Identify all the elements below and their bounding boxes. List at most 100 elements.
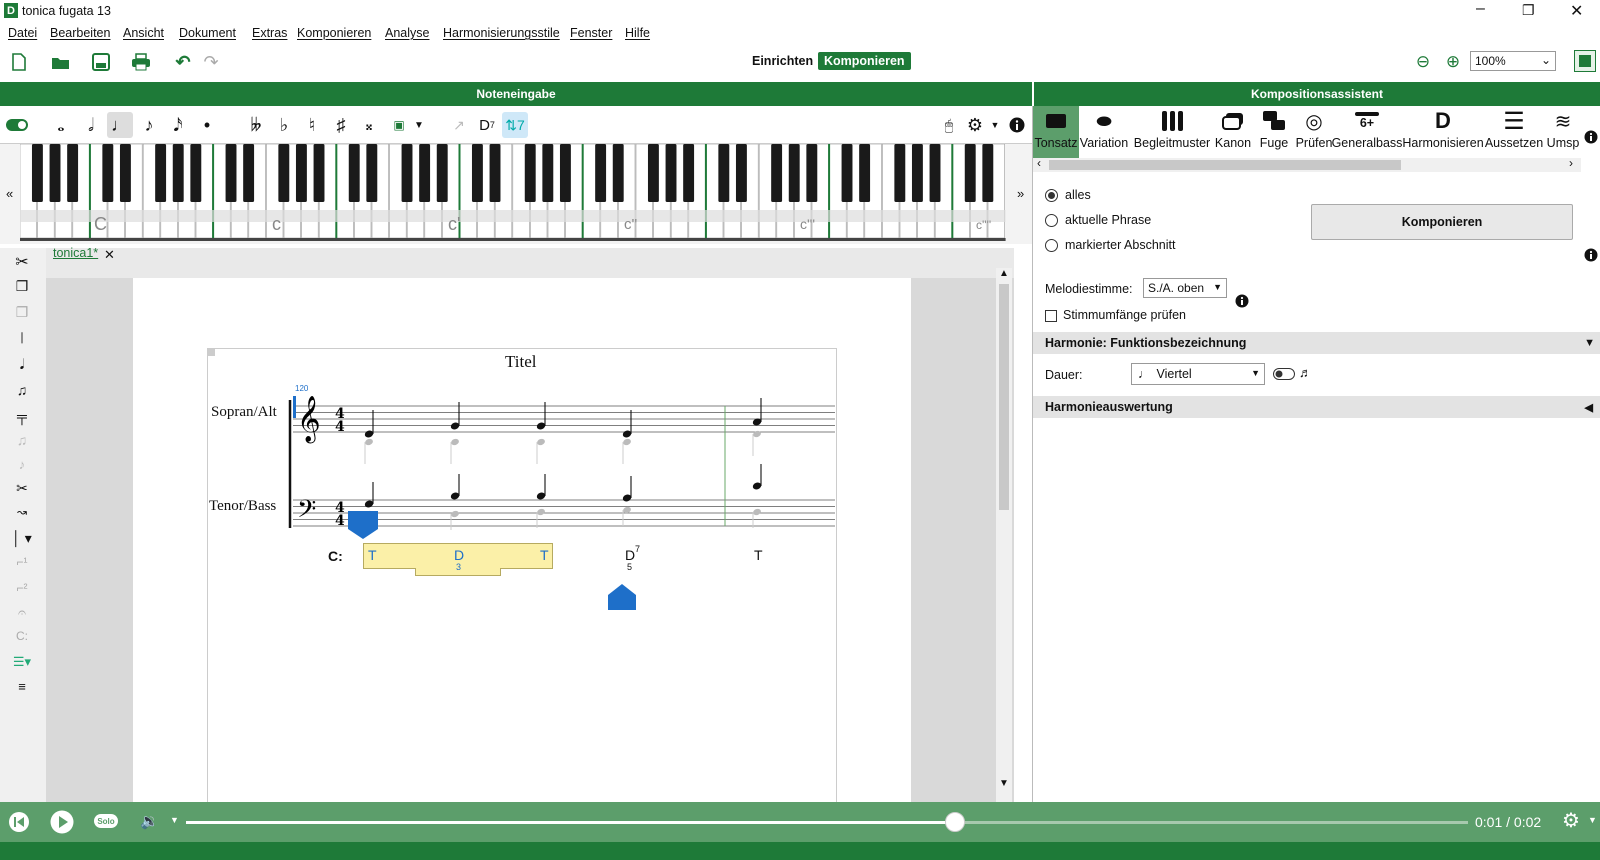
sixteenth-note-icon[interactable]: 𝅘𝅥𝅯 bbox=[165, 112, 191, 138]
black-key[interactable] bbox=[612, 144, 624, 202]
black-key[interactable] bbox=[841, 144, 853, 202]
settings-icon[interactable]: ⚙ bbox=[1562, 808, 1580, 833]
black-key[interactable] bbox=[172, 144, 184, 202]
barline-icon[interactable]: │ ▾ bbox=[10, 528, 34, 548]
ghost-note-head[interactable] bbox=[752, 508, 762, 516]
cursor-down-marker[interactable] bbox=[347, 510, 379, 540]
redo-icon[interactable]: ↷ bbox=[200, 52, 222, 72]
mode-compose-button[interactable]: Komponieren bbox=[818, 52, 911, 70]
menu-bearbeiten[interactable]: Bearbeiten bbox=[50, 26, 110, 40]
tool-tonsatz[interactable]: Tonsatz bbox=[1033, 106, 1079, 158]
minimize-button[interactable]: – bbox=[1476, 0, 1485, 18]
chevron-right-icon[interactable]: › bbox=[1569, 156, 1573, 170]
ghost-note-head[interactable] bbox=[450, 438, 460, 446]
tool-umsp[interactable]: ≋ Umsp bbox=[1545, 106, 1581, 158]
black-key[interactable] bbox=[806, 144, 818, 202]
play-button[interactable] bbox=[50, 810, 74, 837]
black-key[interactable] bbox=[788, 144, 800, 202]
progress-track[interactable] bbox=[186, 812, 1468, 832]
scope-radio-all[interactable]: alles bbox=[1045, 188, 1091, 203]
menu-hilfe[interactable]: Hilfe bbox=[625, 26, 650, 40]
menu-extras[interactable]: Extras bbox=[252, 26, 287, 40]
check-ranges-checkbox[interactable]: Stimmumfänge prüfen bbox=[1045, 308, 1186, 322]
menu-dokument[interactable]: Dokument bbox=[179, 26, 236, 40]
black-key[interactable] bbox=[102, 144, 114, 202]
black-key[interactable] bbox=[894, 144, 906, 202]
dominant-seventh-button[interactable]: D7 bbox=[474, 112, 500, 138]
black-key[interactable] bbox=[471, 144, 483, 202]
half-note-icon[interactable]: 𝅗𝅥 bbox=[78, 112, 104, 138]
function-d1[interactable]: D bbox=[454, 547, 464, 563]
black-key[interactable] bbox=[929, 144, 941, 202]
dominant-active-button[interactable]: ⇅ 7 bbox=[502, 112, 528, 138]
black-key[interactable] bbox=[366, 144, 378, 202]
open-folder-icon[interactable] bbox=[50, 52, 72, 72]
ghost-note-head[interactable] bbox=[622, 438, 632, 446]
menu-komponieren[interactable]: Komponieren bbox=[297, 26, 371, 40]
dot-icon[interactable]: • bbox=[194, 112, 220, 138]
section-harmony[interactable]: Harmonie: Funktionsbezeichnung ▼ bbox=[1033, 332, 1600, 354]
function-t3[interactable]: T bbox=[754, 547, 763, 563]
fermata-icon[interactable]: 𝄐 bbox=[10, 602, 34, 622]
menu-analyse[interactable]: Analyse bbox=[385, 26, 429, 40]
menu-harmonisierungsstile[interactable]: Harmonisierungsstile bbox=[443, 26, 560, 40]
menu-datei[interactable]: Datei bbox=[8, 26, 37, 40]
black-key[interactable] bbox=[119, 144, 131, 202]
slur-icon[interactable]: ♪ bbox=[10, 454, 34, 474]
keyboard-scroll-right[interactable]: » bbox=[1017, 186, 1024, 201]
black-key[interactable] bbox=[771, 144, 783, 202]
black-key[interactable] bbox=[982, 144, 994, 202]
grace-icon[interactable]: ♫ bbox=[10, 430, 34, 450]
black-key[interactable] bbox=[524, 144, 536, 202]
compose-button[interactable]: Komponieren bbox=[1311, 204, 1573, 240]
tool-scroll-thumb[interactable] bbox=[1049, 160, 1401, 170]
chevron-left-icon[interactable]: ‹ bbox=[1037, 156, 1041, 170]
black-key[interactable] bbox=[489, 144, 501, 202]
copy-icon[interactable]: ❐ bbox=[10, 276, 34, 296]
progress-knob[interactable] bbox=[945, 812, 966, 832]
tool-pruefen[interactable]: ◎ Prüfen bbox=[1295, 106, 1333, 158]
menu-ansicht[interactable]: Ansicht bbox=[123, 26, 164, 40]
function-d2[interactable]: D bbox=[625, 547, 635, 563]
zoom-in-icon[interactable]: ⊕ bbox=[1442, 52, 1464, 72]
eighth-note-icon[interactable]: ♪ bbox=[136, 112, 162, 138]
frame-handle[interactable] bbox=[207, 348, 215, 356]
solo-button[interactable]: Solo bbox=[94, 814, 118, 828]
black-key[interactable] bbox=[911, 144, 923, 202]
info-icon[interactable] bbox=[1584, 248, 1598, 265]
black-key[interactable] bbox=[595, 144, 607, 202]
piano-keys[interactable] bbox=[20, 144, 1014, 244]
undo-icon[interactable]: ↶ bbox=[172, 52, 194, 72]
scope-radio-phrase[interactable]: aktuelle Phrase bbox=[1045, 213, 1151, 228]
score-page[interactable]: Titel 120 Sopran/Alt Tenor/Bass 𝄞 𝄢 4 4 4 4 C… bbox=[133, 278, 911, 802]
save-icon[interactable] bbox=[90, 52, 112, 72]
black-key[interactable] bbox=[559, 144, 571, 202]
tool-kanon[interactable]: Kanon bbox=[1215, 106, 1251, 158]
rewind-button[interactable] bbox=[8, 811, 30, 836]
scissors-icon[interactable]: ✂ bbox=[10, 252, 34, 272]
close-window-button[interactable]: ✕ bbox=[1570, 1, 1583, 21]
black-key[interactable] bbox=[243, 144, 255, 202]
melody-select[interactable]: S./A. oben ▼ bbox=[1143, 278, 1227, 298]
vertical-scrollbar[interactable]: ▲ ▼ bbox=[996, 268, 1012, 802]
check-list-icon[interactable]: ☰▾ bbox=[10, 652, 34, 672]
black-key[interactable] bbox=[735, 144, 747, 202]
ghost-note-head[interactable] bbox=[450, 510, 460, 518]
section-evaluation[interactable]: Harmonieauswertung ◀ bbox=[1033, 396, 1600, 418]
scroll-down-icon[interactable]: ▼ bbox=[999, 778, 1009, 789]
black-key[interactable] bbox=[859, 144, 871, 202]
scroll-up-icon[interactable]: ▲ bbox=[999, 268, 1009, 279]
double-flat-icon[interactable]: 𝄫 bbox=[243, 112, 269, 138]
beam-icon[interactable]: ♫ bbox=[10, 380, 34, 400]
scrollbar-thumb[interactable] bbox=[999, 284, 1009, 510]
black-key[interactable] bbox=[278, 144, 290, 202]
black-key[interactable] bbox=[295, 144, 307, 202]
black-key[interactable] bbox=[190, 144, 202, 202]
black-key[interactable] bbox=[49, 144, 61, 202]
print-icon[interactable] bbox=[130, 52, 152, 72]
black-key[interactable] bbox=[665, 144, 677, 202]
double-sharp-icon[interactable]: 𝄪 bbox=[356, 112, 382, 138]
black-key[interactable] bbox=[155, 144, 167, 202]
fade-icon[interactable]: ↗ bbox=[446, 112, 472, 138]
zoom-select[interactable]: 100% ⌄ bbox=[1470, 51, 1556, 71]
